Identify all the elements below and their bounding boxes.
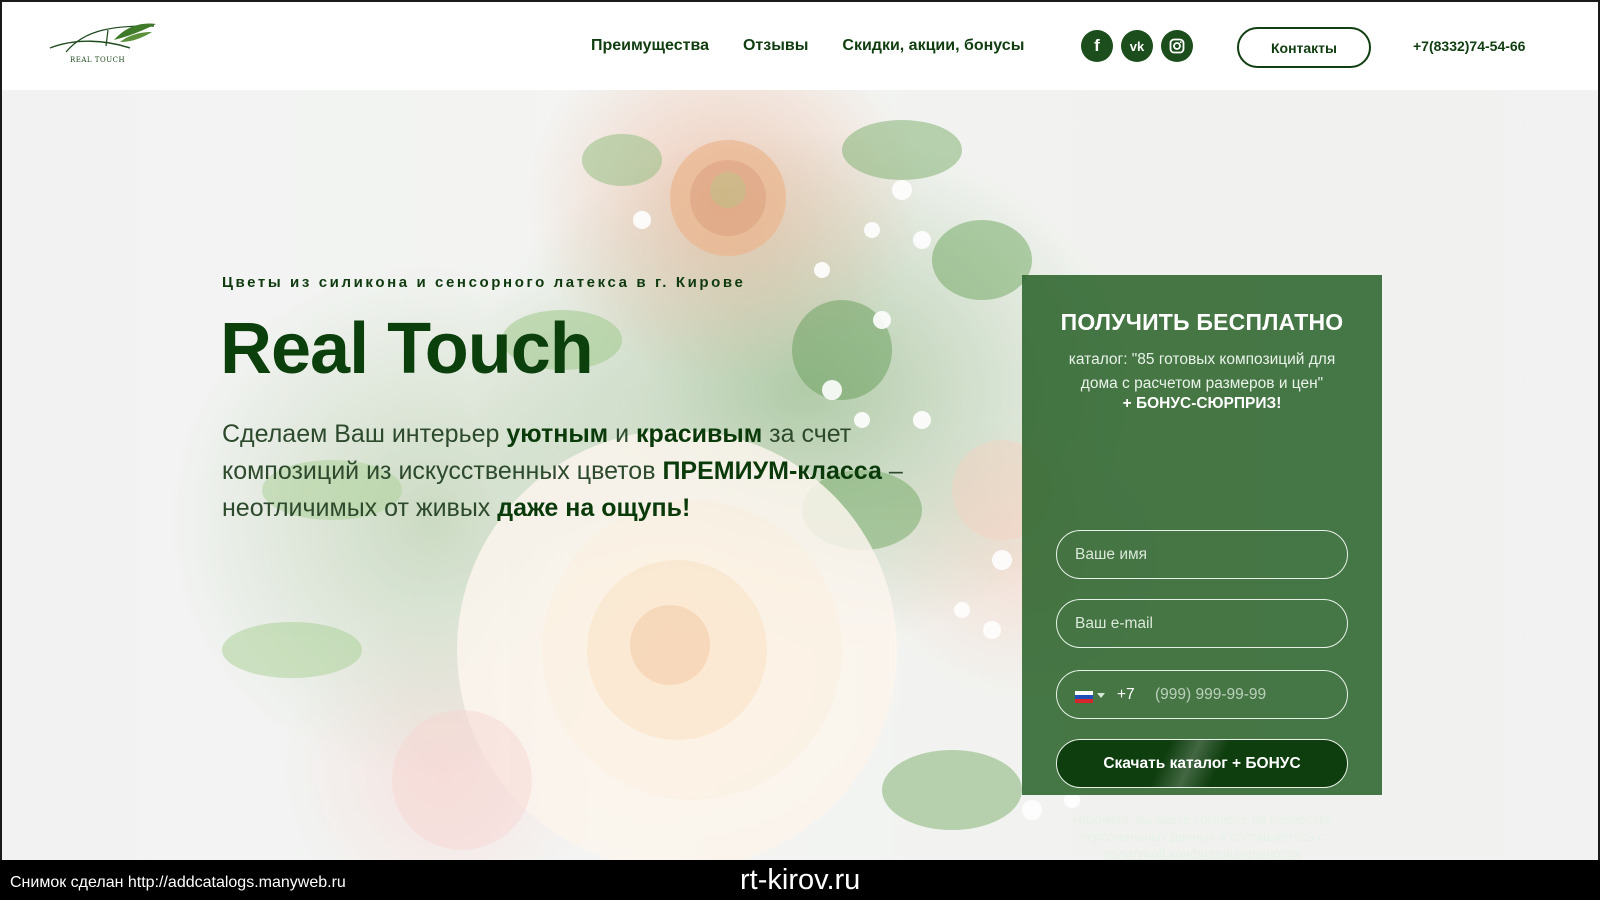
email-input[interactable]: [1056, 599, 1348, 648]
facebook-icon[interactable]: f: [1081, 30, 1113, 62]
privacy-policy-link[interactable]: политикой конфиденциальности: [1104, 846, 1301, 860]
lead-bold-2: красивым: [636, 420, 763, 448]
phone-country-code: +7: [1117, 686, 1135, 703]
contacts-button[interactable]: Контакты: [1237, 27, 1371, 68]
vk-glyph: vk: [1129, 38, 1145, 54]
download-catalog-button[interactable]: Скачать каталог + БОНУС: [1056, 739, 1348, 788]
logo-text: REAL TOUCH: [70, 56, 126, 64]
hero-lead: Сделаем Ваш интерьер уютным и красивым з…: [222, 416, 942, 527]
nav-discounts[interactable]: Скидки, акции, бонусы: [842, 37, 1024, 55]
hero-subtitle: Цветы из силикона и сенсорного латекса в…: [222, 274, 746, 291]
privacy-notice-text: Нажимая, вы даете согласие на обработку …: [1072, 812, 1332, 844]
name-input[interactable]: [1056, 530, 1348, 579]
form-description: каталог: "85 готовых композиций для дома…: [1068, 351, 1336, 392]
main-nav: Преимущества Отзывы Скидки, акции, бонус…: [591, 37, 1024, 55]
catalog-form: ПОЛУЧИТЬ БЕСПЛАТНО каталог: "85 готовых …: [1022, 275, 1382, 860]
lead-bold-1: уютным: [506, 420, 609, 448]
instagram-icon[interactable]: [1161, 30, 1193, 62]
site-header: REAL TOUCH Преимущества Отзывы Скидки, а…: [0, 0, 1600, 90]
privacy-notice: Нажимая, вы даете согласие на обработку …: [1052, 811, 1352, 860]
form-bonus: + БОНУС-СЮРПРИЗ!: [1122, 395, 1282, 412]
nav-advantages[interactable]: Преимущества: [591, 37, 709, 55]
russia-flag-icon[interactable]: [1075, 691, 1093, 703]
header-phone[interactable]: +7(8332)74-54-66: [1413, 38, 1525, 54]
hero-title: Real Touch: [220, 309, 594, 389]
instagram-glyph: [1169, 38, 1185, 54]
nav-reviews[interactable]: Отзывы: [743, 37, 808, 55]
chevron-down-icon[interactable]: [1097, 693, 1105, 698]
capture-note: Снимок сделан http://addcatalogs.manyweb…: [10, 874, 346, 891]
phone-field[interactable]: +7: [1056, 670, 1348, 719]
lead-bold-4: даже на ощупь!: [497, 494, 691, 522]
capture-footer: Снимок сделан http://addcatalogs.manyweb…: [0, 860, 1600, 900]
logo[interactable]: REAL TOUCH: [46, 22, 158, 68]
site-domain: rt-kirov.ru: [740, 864, 861, 896]
lead-text-2: и: [608, 420, 637, 448]
facebook-glyph: f: [1094, 36, 1100, 55]
phone-input[interactable]: [1155, 672, 1335, 717]
social-links: f vk: [1081, 30, 1193, 62]
vk-icon[interactable]: vk: [1121, 30, 1153, 62]
lead-text-1: Сделаем Ваш интерьер: [222, 420, 507, 448]
form-title: ПОЛУЧИТЬ БЕСПЛАТНО: [1060, 309, 1344, 335]
hero-section: Цветы из силикона и сенсорного латекса в…: [0, 90, 1600, 860]
lead-bold-3: ПРЕМИУМ-класса: [662, 457, 882, 485]
download-catalog-label: Скачать каталог + БОНУС: [1103, 754, 1301, 772]
